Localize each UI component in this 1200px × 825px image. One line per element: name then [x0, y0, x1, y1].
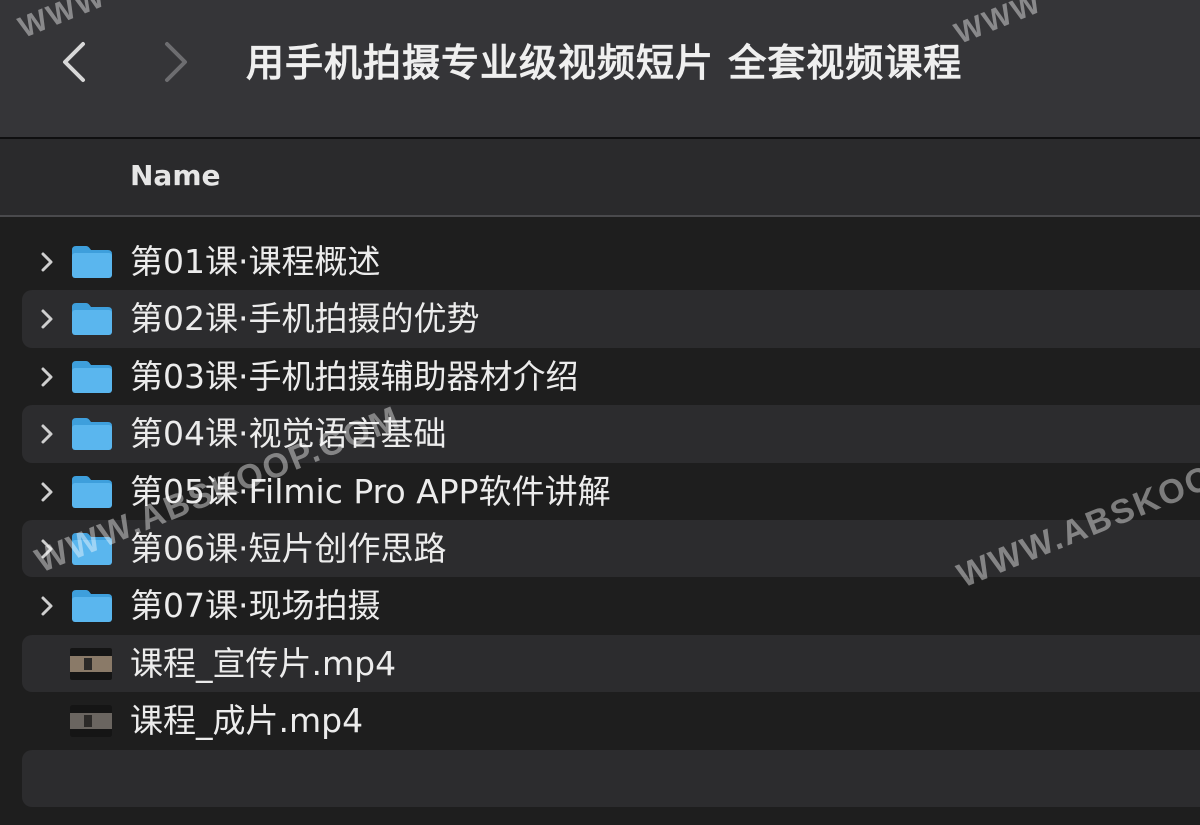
column-header: Name	[0, 139, 1200, 217]
column-header-name[interactable]: Name	[130, 139, 221, 215]
file-name: 课程_成片.mp4	[130, 701, 364, 741]
window-title: 用手机拍摄专业级视频短片 全套视频课程	[246, 41, 963, 85]
file-name: 第02课·手机拍摄的优势	[130, 299, 480, 339]
folder-icon	[72, 590, 112, 623]
toolbar: 用手机拍摄专业级视频短片 全套视频课程	[0, 0, 1200, 139]
folder-row[interactable]: 第02课·手机拍摄的优势	[22, 290, 1200, 348]
disclosure-chevron-icon[interactable]	[38, 366, 56, 388]
file-name: 第06课·短片创作思路	[130, 528, 447, 568]
folder-row[interactable]: 第06课·短片创作思路	[22, 519, 1200, 578]
folder-row[interactable]: 第03课·手机拍摄辅助器材介绍	[22, 348, 1200, 405]
disclosure-chevron-icon[interactable]	[38, 481, 56, 503]
folder-row[interactable]: 第04课·视觉语言基础	[22, 405, 1200, 463]
folder-icon	[72, 418, 112, 451]
file-row[interactable]: 课程_成片.mp4	[22, 692, 1200, 749]
back-button[interactable]	[54, 38, 94, 86]
folder-icon	[72, 475, 112, 508]
file-row[interactable]: 课程_宣传片.mp4	[22, 634, 1200, 693]
file-name: 第07课·现场拍摄	[130, 586, 381, 626]
video-thumbnail-icon	[70, 705, 112, 738]
finder-window: 用手机拍摄专业级视频短片 全套视频课程 Name 第01课·课程概述第02课·手…	[0, 0, 1200, 825]
disclosure-chevron-icon[interactable]	[38, 595, 56, 617]
folder-icon	[72, 303, 112, 336]
file-name: 第03课·手机拍摄辅助器材介绍	[130, 356, 579, 396]
folder-icon	[72, 360, 112, 393]
folder-icon	[72, 246, 112, 278]
file-name: 课程_宣传片.mp4	[130, 643, 397, 683]
forward-button[interactable]	[156, 38, 196, 86]
disclosure-chevron-icon[interactable]	[38, 251, 56, 273]
chevron-left-icon	[63, 42, 85, 82]
file-name: 第01课·课程概述	[130, 242, 381, 281]
file-name: 第05课·Filmic Pro APP软件讲解	[130, 471, 611, 511]
disclosure-chevron-icon[interactable]	[38, 308, 56, 330]
video-thumbnail-icon	[70, 647, 112, 680]
folder-row[interactable]: 第05课·Filmic Pro APP软件讲解	[22, 463, 1200, 520]
disclosure-chevron-icon[interactable]	[38, 538, 56, 560]
chevron-right-icon	[165, 42, 187, 82]
file-list: 第01课·课程概述第02课·手机拍摄的优势第03课·手机拍摄辅助器材介绍 第04课…	[22, 233, 1200, 807]
folder-row[interactable]: 第07课·现场拍摄	[22, 577, 1200, 634]
file-name: 第04课·视觉语言基础	[130, 414, 447, 454]
folder-row[interactable]: 第01课·课程概述	[22, 233, 1200, 290]
folder-icon	[72, 532, 112, 565]
empty-row	[22, 749, 1200, 807]
disclosure-chevron-icon[interactable]	[38, 423, 56, 445]
